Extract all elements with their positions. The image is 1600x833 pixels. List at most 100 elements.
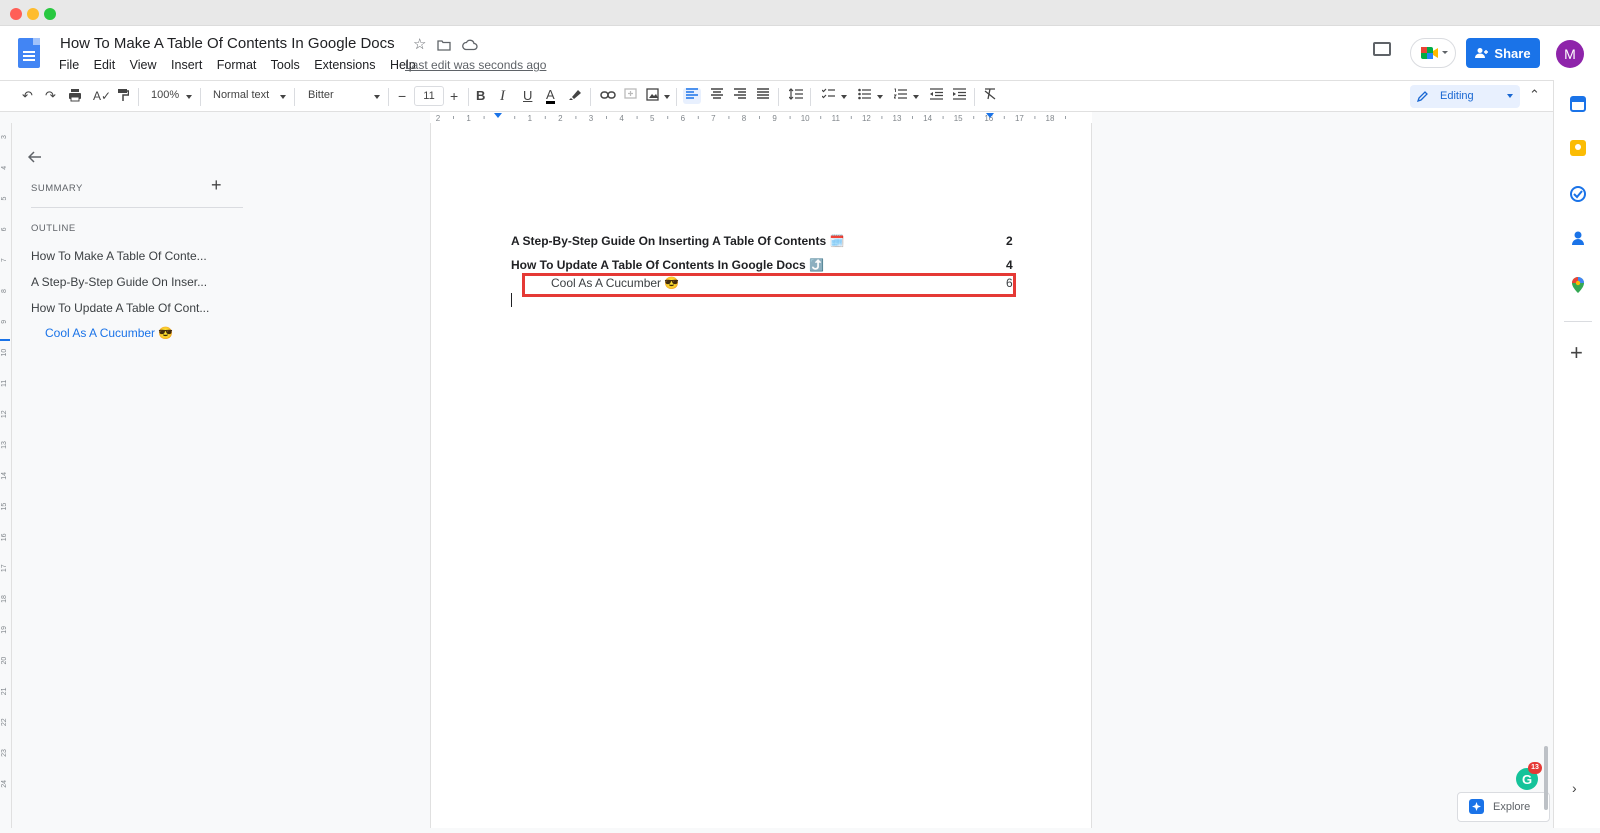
- line-spacing-icon[interactable]: [788, 88, 803, 104]
- cloud-saved-icon[interactable]: [462, 38, 478, 55]
- outline-item[interactable]: How To Update A Table Of Cont...: [31, 301, 231, 315]
- menu-bar: File Edit View Insert Format Tools Exten…: [59, 58, 427, 72]
- ruler-tick-label: 5: [650, 114, 655, 123]
- paragraph-style-select[interactable]: Normal text: [213, 89, 269, 101]
- ruler-tick-label: 15: [954, 114, 963, 123]
- ruler-tick-label: 2: [436, 114, 441, 123]
- add-comment-icon[interactable]: [624, 88, 637, 105]
- explore-label: Explore: [1493, 801, 1531, 813]
- underline-button[interactable]: U: [523, 88, 532, 104]
- ruler-tick-label: 10: [1, 349, 8, 357]
- vertical-ruler[interactable]: 3 4 5 6 7 8 9 10 11 12 13 14 15 16 17 18 19 20 21 22 23 24: [0, 123, 12, 828]
- checklist-icon[interactable]: [821, 88, 835, 104]
- paint-format-icon[interactable]: [117, 88, 130, 106]
- highlight-color-icon[interactable]: [569, 88, 582, 105]
- decrease-indent-icon[interactable]: [930, 88, 943, 104]
- zoom-window-button[interactable]: [44, 8, 56, 20]
- numbered-list-icon[interactable]: [893, 88, 907, 104]
- spellcheck-icon[interactable]: A✓: [93, 88, 111, 104]
- move-folder-icon[interactable]: [437, 38, 451, 55]
- ruler-tick-label: 23: [1, 749, 8, 757]
- decrease-font-size-button[interactable]: −: [398, 88, 406, 104]
- add-summary-plus-icon[interactable]: +: [211, 175, 222, 196]
- ruler-tick-label: 1: [528, 114, 533, 123]
- menu-extensions[interactable]: Extensions: [314, 58, 375, 72]
- menu-edit[interactable]: Edit: [94, 58, 116, 72]
- ruler-tick-label: 3: [589, 114, 594, 123]
- undo-icon[interactable]: ↶: [22, 88, 33, 104]
- insert-link-icon[interactable]: [600, 88, 616, 104]
- active-outline-marker: [0, 339, 10, 341]
- outline-item[interactable]: How To Make A Table Of Conte...: [31, 249, 231, 263]
- italic-button[interactable]: I: [500, 88, 505, 104]
- grammarly-icon[interactable]: G 13: [1516, 762, 1542, 790]
- keep-icon[interactable]: [1570, 140, 1586, 156]
- meet-button[interactable]: [1410, 38, 1456, 68]
- ruler-tick-mark: [973, 116, 975, 119]
- ruler-tick-mark: [606, 116, 607, 119]
- zoom-select[interactable]: 100%: [151, 89, 179, 101]
- calendar-icon[interactable]: [1570, 96, 1586, 112]
- horizontal-ruler[interactable]: 2 1 1 2 3 4 5 6 7 8 9 10 11 12 13 14 15 16 17 18: [430, 112, 1092, 123]
- redo-icon[interactable]: ↷: [45, 88, 56, 104]
- text-color-button[interactable]: A: [546, 88, 555, 104]
- ruler-tick-mark: [912, 116, 913, 119]
- bold-button[interactable]: B: [476, 88, 485, 104]
- explore-button[interactable]: Explore: [1457, 792, 1550, 822]
- menu-insert[interactable]: Insert: [171, 58, 202, 72]
- align-center-icon[interactable]: [711, 88, 723, 104]
- insert-image-icon[interactable]: [646, 88, 659, 105]
- toc-entry[interactable]: How To Update A Table Of Contents In Goo…: [511, 258, 824, 272]
- close-window-button[interactable]: [10, 8, 22, 20]
- hide-menus-chevron-up-icon[interactable]: ⌃: [1529, 87, 1540, 103]
- bulleted-list-icon[interactable]: [858, 88, 871, 104]
- google-docs-logo-icon[interactable]: [18, 38, 40, 68]
- font-size-input[interactable]: 11: [414, 86, 444, 106]
- print-icon[interactable]: [68, 88, 82, 106]
- ruler-tick-label: 7: [1, 258, 8, 262]
- document-scrollbar[interactable]: [1544, 746, 1548, 810]
- comment-history-icon[interactable]: [1373, 42, 1391, 56]
- align-right-icon[interactable]: [734, 88, 746, 104]
- pencil-icon: [1417, 91, 1428, 102]
- increase-indent-icon[interactable]: [953, 88, 966, 104]
- ruler-tick-mark: [789, 116, 791, 119]
- get-addons-plus-icon[interactable]: +: [1570, 342, 1583, 364]
- clear-formatting-icon[interactable]: [984, 88, 997, 104]
- align-left-icon[interactable]: [683, 88, 701, 104]
- ruler-tick-mark: [1034, 116, 1036, 119]
- maps-icon[interactable]: [1570, 276, 1586, 293]
- contacts-icon[interactable]: [1570, 230, 1586, 246]
- menu-tools[interactable]: Tools: [271, 58, 300, 72]
- menu-view[interactable]: View: [130, 58, 157, 72]
- tasks-icon[interactable]: [1570, 186, 1586, 202]
- ruler-tick-mark: [1065, 116, 1066, 119]
- ruler-tick-mark: [514, 116, 516, 119]
- toc-page-number: 4: [1006, 258, 1013, 272]
- ruler-tick-label: 14: [1, 472, 8, 480]
- menu-format[interactable]: Format: [217, 58, 257, 72]
- side-panel-apps: + ›: [1553, 80, 1600, 828]
- ruler-tick-label: 5: [1, 197, 8, 201]
- document-page[interactable]: A Step-By-Step Guide On Inserting A Tabl…: [430, 123, 1092, 828]
- last-edit-link[interactable]: Last edit was seconds ago: [405, 58, 546, 72]
- account-avatar[interactable]: M: [1556, 40, 1584, 68]
- star-icon[interactable]: ☆: [413, 35, 426, 53]
- toc-entry[interactable]: A Step-By-Step Guide On Inserting A Tabl…: [511, 234, 844, 248]
- menu-file[interactable]: File: [59, 58, 79, 72]
- font-family-select[interactable]: Bitter: [308, 89, 334, 101]
- editing-mode-select[interactable]: Editing: [1410, 85, 1520, 108]
- close-outline-arrow-icon[interactable]: [27, 147, 42, 168]
- share-label: Share: [1494, 45, 1531, 61]
- minimize-window-button[interactable]: [27, 8, 39, 20]
- justify-icon[interactable]: [757, 88, 769, 104]
- share-button[interactable]: Share: [1466, 38, 1540, 68]
- ruler-tick-label: 18: [1046, 114, 1055, 123]
- ruler-tick-mark: [483, 116, 485, 119]
- show-side-panel-chevron-icon[interactable]: ›: [1572, 780, 1577, 796]
- outline-item[interactable]: A Step-By-Step Guide On Inser...: [31, 275, 231, 289]
- outline-item-active[interactable]: Cool As A Cucumber 😎: [45, 326, 245, 340]
- ruler-tick-mark: [544, 116, 546, 119]
- document-title[interactable]: How To Make A Table Of Contents In Googl…: [60, 35, 395, 52]
- increase-font-size-button[interactable]: +: [450, 88, 458, 104]
